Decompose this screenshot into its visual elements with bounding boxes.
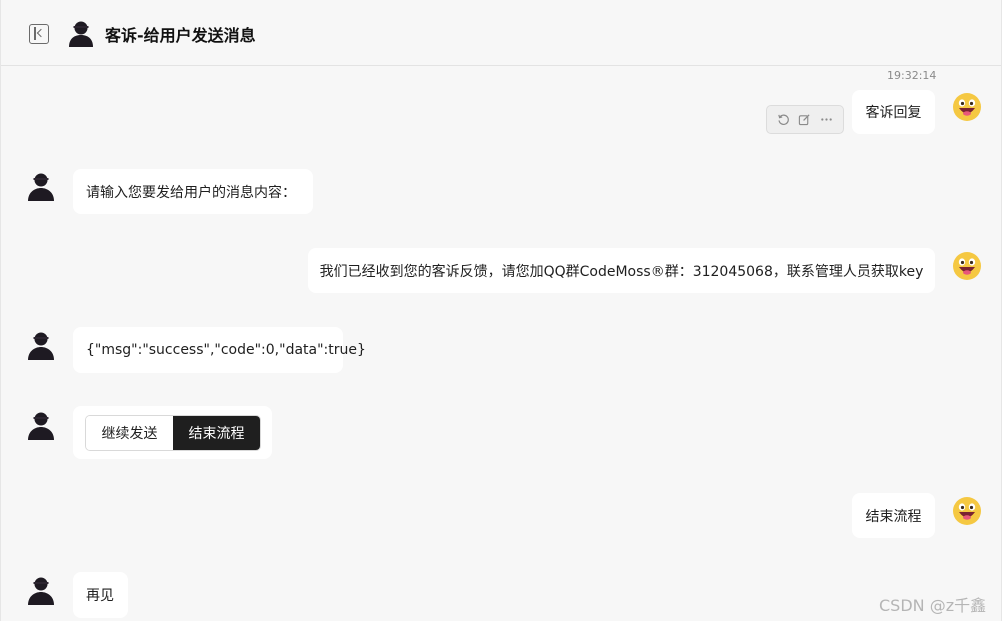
user-message-bubble: 我们已经收到您的客诉反馈，请您加QQ群CodeMoss®群：312045068，… xyxy=(308,248,935,293)
chat-window: 客诉-给用户发送消息 19:32:14 客诉回复 请输入您要发给用户的消息内容：… xyxy=(0,0,1002,621)
bot-avatar-icon xyxy=(28,577,54,605)
message-timestamp: 19:32:14 xyxy=(887,69,937,82)
bot-message-bubble: 请输入您要发给用户的消息内容： xyxy=(73,169,313,214)
watermark-text: CSDN @z千鑫 xyxy=(879,596,987,615)
bot-avatar-icon xyxy=(28,332,54,360)
edit-icon[interactable] xyxy=(797,112,813,128)
bot-avatar-icon xyxy=(28,173,54,201)
user-avatar-icon xyxy=(953,497,981,525)
message-actions xyxy=(766,105,844,134)
continue-send-button[interactable]: 继续发送 xyxy=(86,416,173,450)
sidebar-toggle-icon[interactable] xyxy=(29,24,49,44)
user-message-bubble: 结束流程 xyxy=(852,493,935,538)
page-title: 客诉-给用户发送消息 xyxy=(105,26,256,45)
more-icon[interactable] xyxy=(818,112,834,128)
bot-message-bubble: {"msg":"success","code":0,"data":true} xyxy=(73,327,366,373)
regenerate-icon[interactable] xyxy=(776,112,792,128)
user-avatar-icon xyxy=(953,93,981,121)
bot-message-bubble: 再见 xyxy=(73,572,128,618)
bot-avatar-icon xyxy=(28,412,54,440)
option-button-group: 继续发送 结束流程 xyxy=(85,415,261,451)
user-avatar-icon xyxy=(953,252,981,280)
chat-header: 客诉-给用户发送消息 xyxy=(1,0,1001,66)
bot-avatar-icon xyxy=(69,21,93,47)
user-message-bubble: 客诉回复 xyxy=(852,90,935,134)
end-flow-button[interactable]: 结束流程 xyxy=(173,416,260,450)
